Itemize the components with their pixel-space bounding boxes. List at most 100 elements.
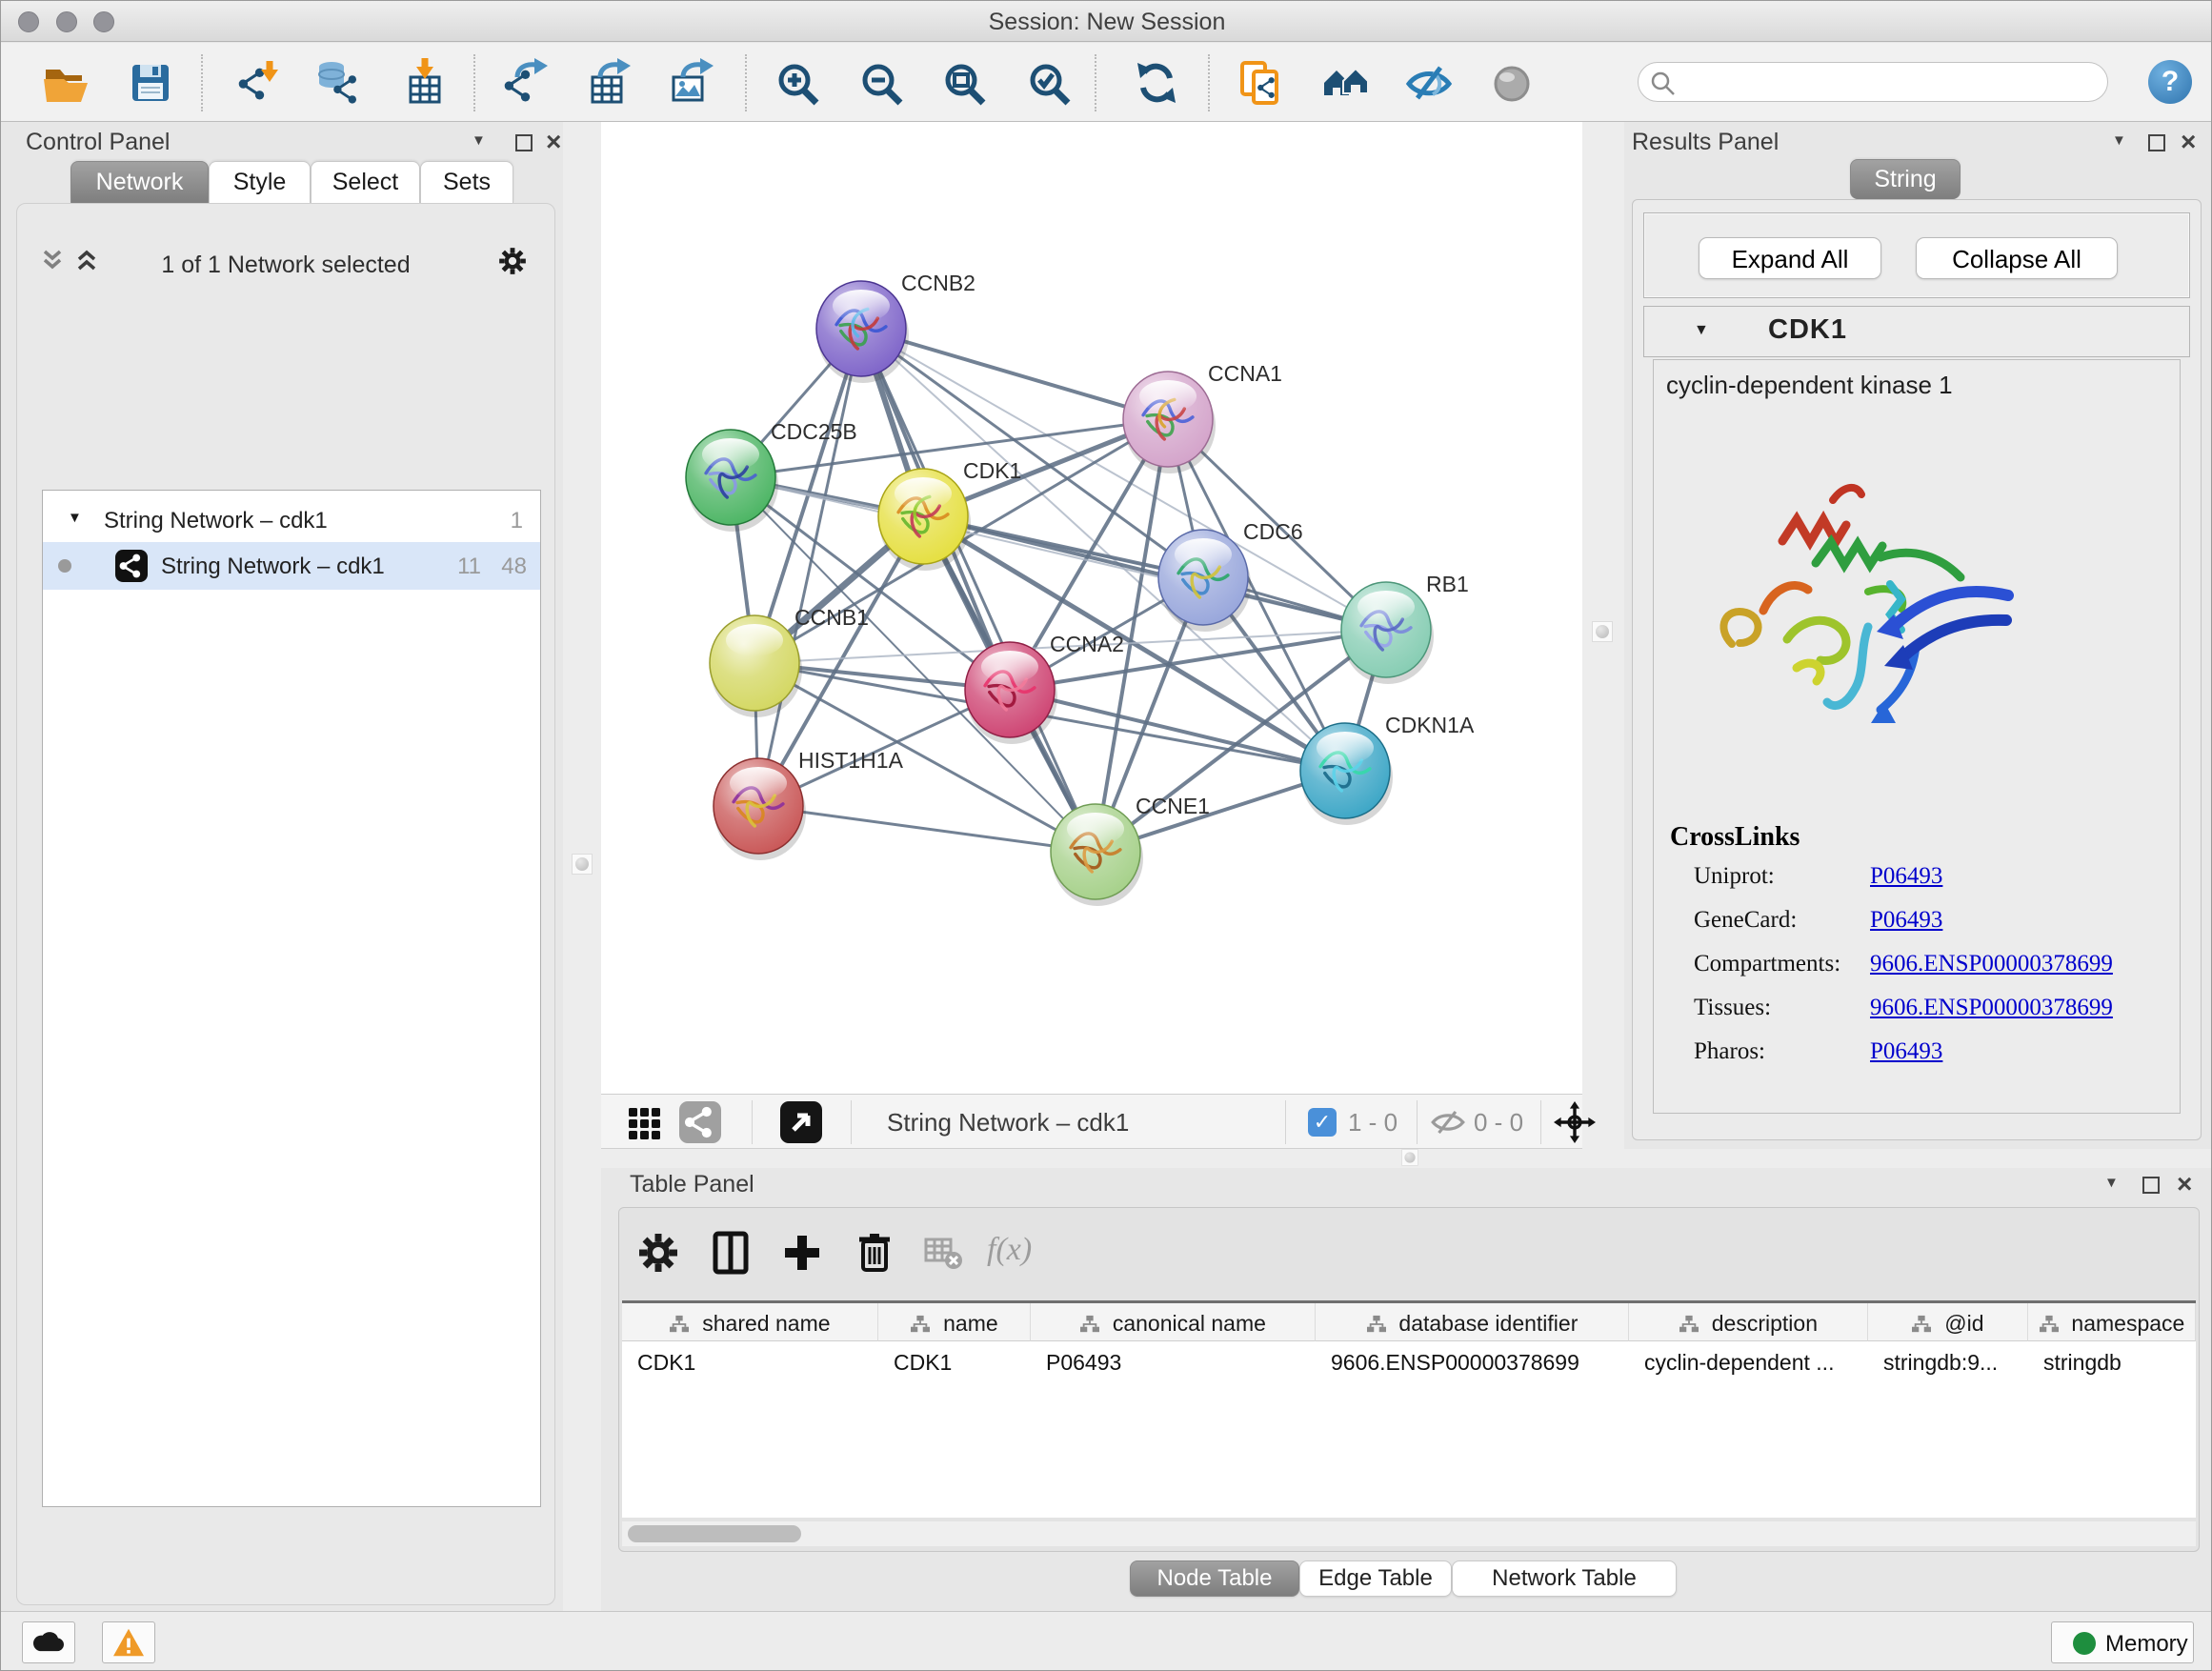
node-CCNA1[interactable] [1123,372,1216,473]
protein-section-header[interactable]: ▼ CDK1 [1643,306,2190,357]
tab-network[interactable]: Network [70,161,209,203]
export-network-button[interactable] [500,58,550,108]
table-panel-float-icon[interactable] [2142,1177,2160,1194]
crosslink-link[interactable]: 9606.ENSP00000378699 [1870,951,2113,977]
tab-node-table[interactable]: Node Table [1130,1560,1299,1597]
results-panel-float-icon[interactable] [2148,134,2165,151]
column-header--id[interactable]: @id [1868,1303,2028,1341]
crosslink-link[interactable]: P06493 [1870,1038,1942,1065]
right-splitter[interactable] [1582,122,1624,1149]
table-cell[interactable]: stringdb:9... [1883,1342,2024,1380]
horizontal-splitter[interactable] [601,1149,2212,1168]
network-options-gear-icon[interactable] [495,244,530,278]
control-panel-close-icon[interactable]: × [546,132,561,151]
zoom-fit-button[interactable] [941,58,991,108]
hide-selected-button[interactable] [1404,58,1454,108]
crosslink-link[interactable]: P06493 [1870,863,1942,890]
crosslink-link[interactable]: 9606.ENSP00000378699 [1870,995,2113,1021]
column-header-description[interactable]: description [1629,1303,1868,1341]
table-cell[interactable]: cyclin-dependent ... [1644,1342,1864,1380]
control-panel-float-icon[interactable] [515,134,533,151]
edge-HIST1H1A-CCNE1[interactable] [758,806,1096,852]
import-table-button[interactable] [401,58,451,108]
apply-layout-button[interactable] [1132,58,1181,108]
help-button[interactable]: ? [2148,60,2192,104]
node-CCNB1[interactable] [710,615,802,717]
control-panel-menu-icon[interactable]: ▼ [472,132,486,149]
tab-edge-table[interactable]: Edge Table [1299,1560,1452,1597]
grid-view-icon[interactable] [626,1103,664,1141]
zoom-in-button[interactable] [774,58,824,108]
right-splitter-handle[interactable] [1592,621,1613,642]
zoom-out-button[interactable] [858,58,908,108]
node-RB1[interactable] [1341,582,1434,684]
export-table-button[interactable] [583,58,633,108]
network-canvas[interactable]: CCNB2 CCNA1 CDC25B CDK1 CDC6 RB1 CCNB1 C… [601,122,1582,1094]
tab-style[interactable]: Style [209,161,311,203]
export-image-button[interactable] [666,58,715,108]
table-panel-menu-icon[interactable]: ▼ [2104,1175,2119,1191]
table-options-gear-icon[interactable] [633,1228,683,1278]
node-CDK1[interactable] [878,469,971,571]
node-CDC25B[interactable] [686,430,778,532]
import-network-file-button[interactable] [234,58,284,108]
node-CDC6[interactable] [1158,530,1251,632]
table-scrollbar-thumb[interactable] [628,1525,801,1542]
clone-network-button[interactable] [1236,58,1285,108]
node-label-CCNB1: CCNB1 [794,605,869,630]
cloud-status-button[interactable] [22,1621,75,1663]
table-cell[interactable]: CDK1 [637,1342,875,1380]
collapse-all-button[interactable]: Collapse All [1916,237,2118,279]
node-HIST1H1A[interactable] [714,758,806,860]
edge-CDK1-RB1[interactable] [923,516,1386,630]
column-header-database-identifier[interactable]: database identifier [1316,1303,1629,1341]
show-all-button[interactable] [1487,58,1537,108]
memory-button[interactable]: Memory [2051,1621,2194,1663]
search-input[interactable] [1682,66,2092,96]
table-horizontal-scrollbar[interactable] [622,1521,2196,1546]
birds-eye-view-icon[interactable] [780,1101,822,1143]
show-columns-icon[interactable] [706,1228,755,1278]
node-CCNB2[interactable] [816,281,909,383]
table-cell[interactable]: stringdb [2043,1342,2192,1380]
column-header-canonical-name[interactable]: canonical name [1031,1303,1316,1341]
results-panel-menu-icon[interactable]: ▼ [2112,132,2126,149]
results-panel-close-icon[interactable]: × [2181,132,2196,151]
table-cell[interactable]: 9606.ENSP00000378699 [1331,1342,1625,1380]
tab-select[interactable]: Select [311,161,420,203]
expand-all-button[interactable]: Expand All [1699,237,1881,279]
protein-collapse-icon[interactable]: ▼ [1694,322,1709,339]
edge-CCNB2-CCNE1[interactable] [861,329,1096,852]
network-row-selected[interactable]: String Network – cdk1 11 48 [43,542,540,590]
pan-crosshair-icon[interactable] [1554,1101,1596,1143]
node-CCNE1[interactable] [1051,804,1143,906]
collection-collapse-icon[interactable]: ▼ [68,510,82,526]
column-header-name[interactable]: name [878,1303,1031,1341]
horizontal-splitter-handle[interactable] [1401,1149,1418,1166]
tab-string[interactable]: String [1850,159,1961,199]
table-cell[interactable]: P06493 [1046,1342,1312,1380]
delete-column-trash-icon[interactable] [850,1228,899,1278]
selected-indicator-checkbox[interactable]: ✓ [1308,1108,1337,1137]
table-panel-close-icon[interactable]: × [2177,1175,2192,1194]
node-CCNA2[interactable] [965,642,1057,744]
open-session-button[interactable] [41,58,90,108]
create-column-plus-icon[interactable] [777,1228,827,1278]
save-session-button[interactable] [126,58,175,108]
zoom-selected-button[interactable] [1026,58,1076,108]
tab-sets[interactable]: Sets [420,161,513,203]
edge-CCNB2-HIST1H1A[interactable] [758,329,861,806]
import-network-database-button[interactable] [314,58,364,108]
left-splitter[interactable] [563,122,601,1611]
warnings-button[interactable] [102,1621,155,1663]
left-splitter-handle[interactable] [572,854,593,875]
node-CDKN1A[interactable] [1300,723,1393,825]
tab-network-table[interactable]: Network Table [1452,1560,1677,1597]
column-header-namespace[interactable]: namespace [2028,1303,2196,1341]
column-header-shared-name[interactable]: shared name [622,1303,878,1341]
table-cell[interactable]: CDK1 [894,1342,1027,1380]
first-neighbors-button[interactable] [1320,58,1370,108]
network-collection-row[interactable]: ▼ String Network – cdk1 1 [43,496,540,544]
crosslink-link[interactable]: P06493 [1870,907,1942,934]
search-box [1638,62,2108,102]
